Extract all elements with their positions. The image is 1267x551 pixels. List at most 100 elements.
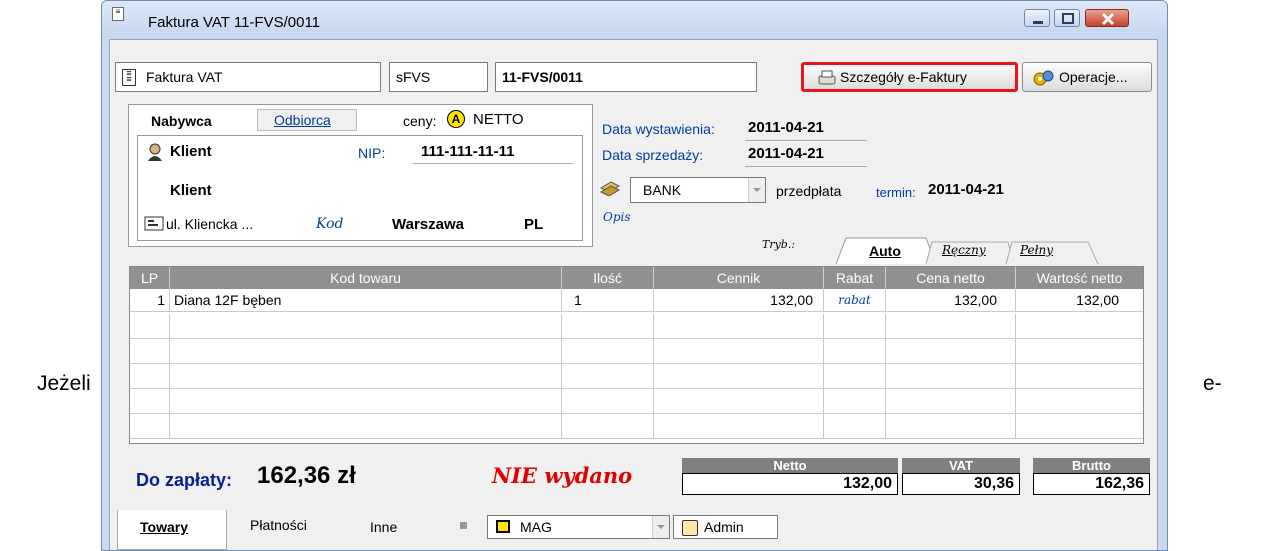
street-field[interactable]: ul. Kliencka ... bbox=[166, 216, 253, 232]
netto-label: Netto bbox=[682, 458, 898, 473]
warehouse-select[interactable]: MAG bbox=[487, 515, 670, 539]
tab-full[interactable]: Pełny bbox=[1020, 243, 1053, 257]
empty-table-cell[interactable] bbox=[562, 364, 654, 389]
postcode-field[interactable]: Kod bbox=[316, 216, 343, 232]
empty-table-cell[interactable] bbox=[654, 414, 824, 439]
empty-table-cell[interactable] bbox=[886, 339, 1016, 364]
table-row-code[interactable]: Diana 12F bęben bbox=[170, 289, 562, 312]
empty-table-cell[interactable] bbox=[824, 389, 886, 414]
empty-table-cell[interactable] bbox=[1016, 364, 1143, 389]
empty-table-cell[interactable] bbox=[130, 414, 170, 439]
gears-icon bbox=[1033, 68, 1055, 96]
efaktura-details-button[interactable]: Szczegóły e-Faktury bbox=[801, 62, 1018, 92]
table-row-net-price[interactable]: 132,00 bbox=[886, 289, 1016, 312]
issue-date-value[interactable]: 2011-04-21 bbox=[748, 119, 824, 136]
items-table[interactable]: LP Kod towaru Ilość Cennik Rabat Cena ne… bbox=[129, 266, 1144, 444]
empty-table-cell[interactable] bbox=[654, 339, 824, 364]
empty-table-cell[interactable] bbox=[130, 314, 170, 339]
minimize-button[interactable] bbox=[1024, 9, 1050, 27]
buyer-panel: Nabywca Odbiorca ceny: A NETTO Klient NI… bbox=[128, 104, 593, 247]
divider bbox=[745, 166, 867, 167]
document-icon: ≡ ≡ bbox=[122, 69, 136, 86]
status-badge: NIE wydano bbox=[492, 463, 633, 488]
column-header-net-value[interactable]: Wartość netto bbox=[1016, 267, 1143, 289]
term-label: termin: bbox=[876, 185, 916, 200]
user-icon bbox=[682, 520, 698, 536]
close-icon bbox=[1101, 12, 1115, 26]
country-field[interactable]: PL bbox=[524, 216, 543, 233]
empty-table-cell[interactable] bbox=[170, 414, 562, 439]
divider bbox=[413, 163, 573, 164]
table-row-qty[interactable]: 1 bbox=[562, 289, 654, 312]
empty-table-cell[interactable] bbox=[562, 314, 654, 339]
empty-table-cell[interactable] bbox=[130, 389, 170, 414]
column-header-net-price[interactable]: Cena netto bbox=[886, 267, 1016, 289]
empty-table-cell[interactable] bbox=[654, 364, 824, 389]
buyer-full-name[interactable]: Klient bbox=[170, 182, 212, 199]
tab-auto[interactable]: Auto bbox=[869, 243, 901, 259]
empty-table-cell[interactable] bbox=[654, 389, 824, 414]
city-field[interactable]: Warszawa bbox=[392, 216, 464, 233]
sale-date-label: Data sprzedaży: bbox=[602, 147, 704, 163]
series-field[interactable]: sFVS bbox=[389, 62, 488, 92]
table-row-discount[interactable]: rabat bbox=[824, 289, 886, 312]
empty-table-cell[interactable] bbox=[170, 389, 562, 414]
term-value[interactable]: 2011-04-21 bbox=[928, 181, 1004, 198]
column-header-discount[interactable]: Rabat bbox=[824, 267, 886, 289]
tab-manual[interactable]: Ręczny bbox=[942, 243, 986, 257]
close-button[interactable] bbox=[1085, 9, 1129, 27]
empty-table-cell[interactable] bbox=[170, 339, 562, 364]
tab-other[interactable]: Inne bbox=[370, 519, 397, 535]
empty-table-cell[interactable] bbox=[886, 414, 1016, 439]
empty-table-cell[interactable] bbox=[1016, 414, 1143, 439]
empty-table-cell[interactable] bbox=[1016, 389, 1143, 414]
empty-table-cell[interactable] bbox=[1016, 339, 1143, 364]
empty-table-cell[interactable] bbox=[824, 414, 886, 439]
payment-type[interactable]: przedpłata bbox=[776, 183, 841, 199]
table-row-price-list[interactable]: 132,00 bbox=[654, 289, 824, 312]
description-link[interactable]: Opis bbox=[603, 210, 631, 224]
empty-table-cell[interactable] bbox=[1016, 314, 1143, 339]
nip-value[interactable]: 111-111-11-11 bbox=[421, 143, 514, 160]
empty-table-cell[interactable] bbox=[170, 314, 562, 339]
empty-table-cell[interactable] bbox=[886, 389, 1016, 414]
maximize-button[interactable] bbox=[1054, 9, 1080, 27]
sale-date-value[interactable]: 2011-04-21 bbox=[748, 145, 824, 162]
document-number-field[interactable]: 11-FVS/0011 bbox=[495, 62, 757, 92]
prices-label: ceny: bbox=[403, 113, 437, 129]
empty-table-cell[interactable] bbox=[562, 414, 654, 439]
buyer-short-name[interactable]: Klient bbox=[170, 143, 212, 160]
empty-table-cell[interactable] bbox=[824, 339, 886, 364]
address-card-icon bbox=[144, 216, 164, 235]
payment-method-select[interactable]: BANK bbox=[630, 177, 766, 203]
operations-button[interactable]: Operacje... bbox=[1022, 62, 1152, 92]
tab-buyer[interactable]: Nabywca bbox=[151, 113, 212, 129]
tab-payments[interactable]: Płatności bbox=[250, 517, 307, 533]
empty-table-cell[interactable] bbox=[654, 314, 824, 339]
column-header-code[interactable]: Kod towaru bbox=[170, 267, 562, 289]
empty-table-cell[interactable] bbox=[824, 314, 886, 339]
empty-table-cell[interactable] bbox=[886, 314, 1016, 339]
empty-table-cell[interactable] bbox=[562, 339, 654, 364]
empty-table-cell[interactable] bbox=[824, 364, 886, 389]
tab-recipient-label: Odbiorca bbox=[274, 112, 331, 128]
empty-table-cell[interactable] bbox=[886, 364, 1016, 389]
tab-recipient[interactable]: Odbiorca bbox=[257, 109, 357, 131]
divider bbox=[745, 140, 867, 141]
chevron-down-icon[interactable] bbox=[652, 516, 669, 538]
chevron-down-icon[interactable] bbox=[748, 178, 765, 202]
empty-table-cell[interactable] bbox=[130, 339, 170, 364]
table-row-lp[interactable]: 1 bbox=[130, 289, 170, 312]
empty-table-cell[interactable] bbox=[130, 364, 170, 389]
user-field[interactable]: Admin bbox=[673, 515, 778, 539]
printer-icon bbox=[816, 69, 838, 93]
tab-goods[interactable]: Towary bbox=[117, 510, 227, 550]
empty-table-cell[interactable] bbox=[170, 364, 562, 389]
column-header-price-list[interactable]: Cennik bbox=[654, 267, 824, 289]
column-header-lp[interactable]: LP bbox=[130, 267, 170, 289]
document-type-field[interactable]: ≡ ≡ Faktura VAT bbox=[115, 62, 381, 92]
empty-table-cell[interactable] bbox=[562, 389, 654, 414]
payment-method-icon bbox=[599, 178, 621, 199]
table-row-net-value[interactable]: 132,00 bbox=[1016, 289, 1143, 312]
column-header-qty[interactable]: Ilość bbox=[562, 267, 654, 289]
